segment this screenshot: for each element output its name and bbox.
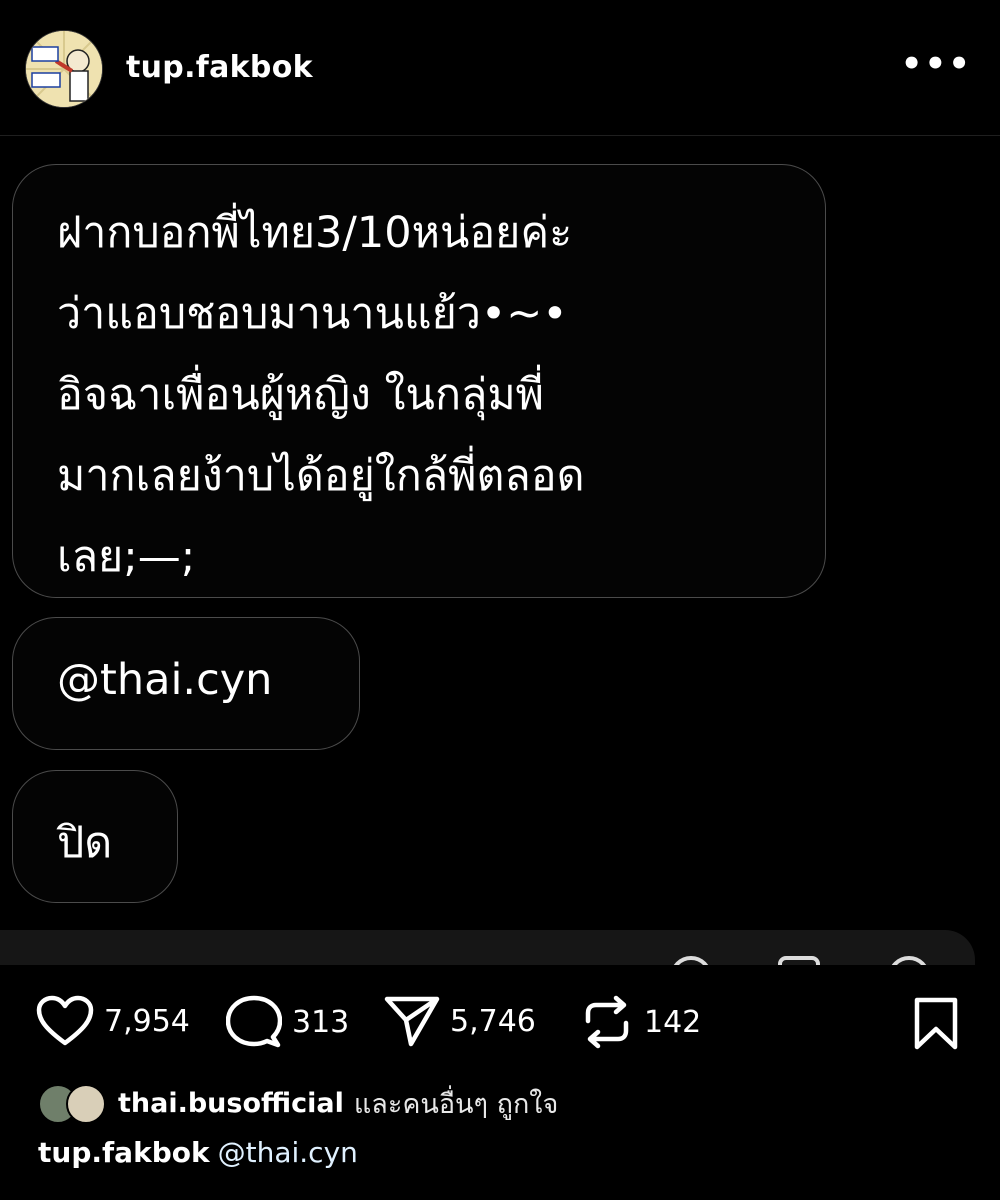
liked-by-others-text: และคนอื่นๆ ถูกใจ	[353, 1089, 559, 1120]
message-line: มากเลยง้าบได้อยู่ใกล้พี่ตลอด	[57, 451, 585, 501]
post-caption: tup.fakbok @thai.cyn	[38, 1136, 358, 1169]
like-button[interactable]: 7,954	[36, 995, 190, 1047]
liked-by-username[interactable]: thai.busofficial	[118, 1088, 344, 1119]
message-line: ฝากบอกพี่ไทย3/10หน่อยค่ะ	[57, 208, 573, 258]
share-count: 5,746	[450, 1003, 536, 1039]
comment-icon	[226, 995, 282, 1048]
mention-text: @thai.cyn	[57, 655, 273, 705]
caption-mention[interactable]: @thai.cyn	[218, 1136, 358, 1169]
more-options-icon[interactable]: •••	[901, 44, 972, 84]
closing-text: ปิด	[57, 818, 113, 868]
avatar-illustration	[26, 31, 102, 107]
bookmark-icon	[914, 997, 958, 1050]
post-page: tup.fakbok ••• ฝากบอกพี่ไทย3/10หน่อยค่ะ …	[0, 0, 1000, 1200]
message-line: อิจฉาเพื่อนผู้หญิง ในกลุ่มพี่	[57, 370, 545, 420]
liked-by-row[interactable]: thai.busofficial และคนอื่นๆ ถูกใจ	[38, 1082, 558, 1125]
message-bubble-closing: ปิด	[12, 770, 178, 903]
repost-count: 142	[644, 1004, 702, 1040]
caption-username[interactable]: tup.fakbok	[38, 1136, 210, 1169]
save-button[interactable]	[912, 997, 960, 1055]
post-author-username[interactable]: tup.fakbok	[126, 50, 313, 85]
like-count: 7,954	[104, 1003, 190, 1039]
message-bubble-mention: @thai.cyn	[12, 617, 360, 750]
comment-count: 313	[292, 1004, 350, 1040]
post-header: tup.fakbok •••	[0, 0, 1000, 136]
message-line: ว่าแอบชอบมานานแย้ว•~•	[57, 289, 568, 339]
share-button[interactable]: 5,746	[384, 995, 536, 1047]
comment-button[interactable]: 313	[226, 995, 349, 1049]
message-line: เลย;—;	[57, 532, 196, 582]
heart-icon	[36, 995, 94, 1046]
repost-button[interactable]: 142	[580, 995, 701, 1049]
avatar	[66, 1083, 106, 1124]
message-bubble-main: ฝากบอกพี่ไทย3/10หน่อยค่ะ ว่าแอบชอบมานานแ…	[12, 164, 826, 598]
send-icon	[384, 996, 440, 1047]
avatar[interactable]	[25, 30, 103, 108]
repost-icon	[585, 995, 629, 1049]
